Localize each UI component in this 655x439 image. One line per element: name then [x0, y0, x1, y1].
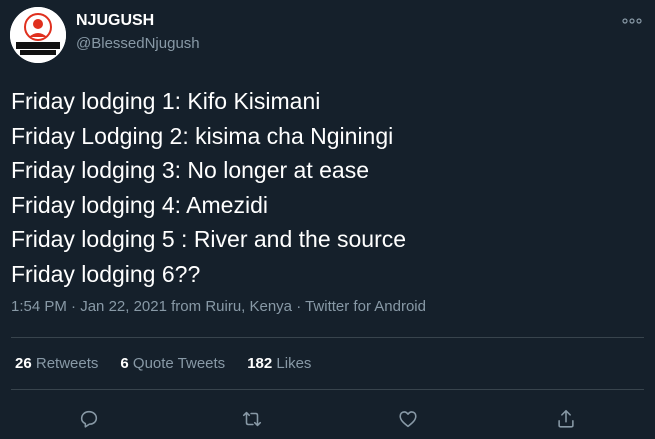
like-button[interactable]: [392, 403, 424, 435]
reply-icon: [80, 410, 98, 428]
quote-tweets-stat[interactable]: 6 Quote Tweets: [120, 355, 225, 372]
likes-label: Likes: [276, 355, 312, 372]
tweet-line: Friday lodging 1: Kifo Kisimani: [11, 88, 321, 114]
author-display-name[interactable]: NJUGUSH: [76, 11, 200, 31]
more-horizontal-icon: [622, 18, 642, 24]
avatar-logo-icon: [10, 7, 66, 63]
author-info: NJUGUSH @BlessedNjugush: [76, 11, 200, 54]
reply-button[interactable]: [73, 403, 105, 435]
meta-separator: ·: [66, 298, 81, 315]
tweet-time-link[interactable]: 1:54 PM: [11, 298, 67, 315]
retweets-count: 26: [15, 355, 32, 372]
tweet-line: Friday Lodging 2: kisima cha Nginingi: [11, 122, 394, 149]
tweet-source-link[interactable]: Twitter for Android: [305, 298, 426, 315]
retweet-button[interactable]: [236, 403, 268, 435]
author-handle[interactable]: @BlessedNjugush: [76, 34, 200, 54]
retweet-icon: [242, 411, 262, 427]
meta-from-label: from: [166, 298, 206, 315]
retweets-stat[interactable]: 26 Retweets: [15, 355, 98, 372]
share-button[interactable]: [550, 403, 582, 435]
tweet-card: NJUGUSH @BlessedNjugush Friday lodging 1…: [0, 0, 655, 439]
meta-separator: ·: [292, 298, 306, 315]
retweets-label: Retweets: [35, 355, 99, 372]
likes-count: 182: [247, 355, 273, 372]
divider: [11, 389, 644, 390]
tweet-line: Friday lodging 3: No longer at ease: [11, 157, 369, 183]
more-options-button[interactable]: [619, 10, 645, 32]
likes-stat[interactable]: 182 Likes: [247, 355, 311, 372]
tweet-line: Friday lodging 4: Amezidi: [11, 191, 268, 218]
quote-tweets-label: Quote Tweets: [132, 355, 226, 372]
tweet-actions: [0, 403, 655, 435]
tweet-stats: 26 Retweets 6 Quote Tweets 182 Likes: [15, 355, 333, 372]
heart-icon: [399, 411, 417, 428]
divider: [11, 337, 644, 338]
share-icon: [558, 409, 574, 428]
tweet-text: Friday lodging 1: Kifo Kisimani Friday L…: [11, 84, 641, 291]
tweet-line: Friday lodging 6??: [11, 260, 201, 287]
avatar[interactable]: [10, 7, 66, 63]
tweet-date-link[interactable]: Jan 22, 2021: [80, 298, 167, 315]
tweet-line: Friday lodging 5 : River and the source: [11, 226, 407, 252]
tweet-meta: 1:54 PM · Jan 22, 2021 from Ruiru, Kenya…: [11, 298, 426, 315]
quote-tweets-count: 6: [120, 355, 129, 372]
tweet-location-link[interactable]: Ruiru, Kenya: [205, 298, 292, 315]
